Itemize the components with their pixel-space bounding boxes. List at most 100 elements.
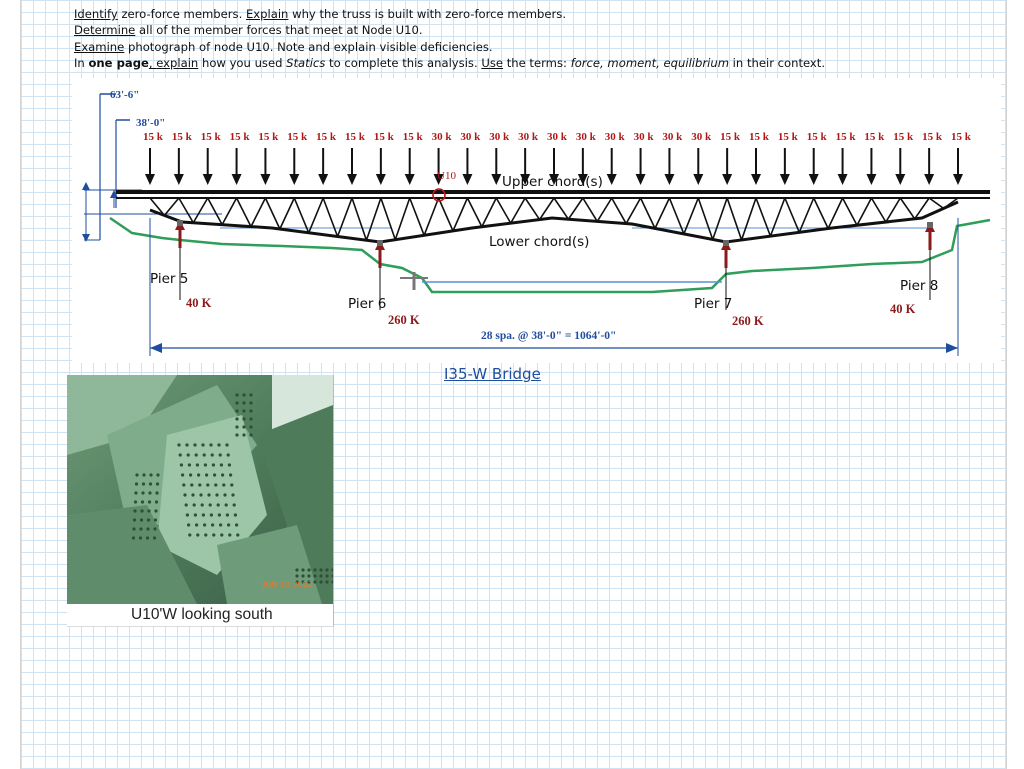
rivet — [225, 443, 229, 447]
rivet — [235, 523, 239, 527]
rivet — [197, 473, 201, 477]
load-arrow-head — [635, 174, 646, 185]
rivet — [236, 533, 240, 537]
load-arrow-head — [924, 174, 935, 185]
instruction-verb: Examine — [74, 39, 125, 54]
rivet — [190, 483, 194, 487]
load-label: 15 k — [403, 131, 424, 143]
instruction-line-2: Determine all of the member forces that … — [74, 22, 825, 38]
instruction-text: how you used — [198, 55, 287, 70]
truss-diagonal — [567, 197, 584, 220]
pier-bearing — [177, 220, 183, 226]
truss-diagonal — [582, 197, 598, 222]
truss-diagonal — [221, 197, 238, 226]
truss-diagonal — [812, 197, 829, 229]
rivet — [215, 493, 219, 497]
ground-line — [109, 216, 991, 294]
rivet — [235, 401, 239, 405]
load-label: 30 k — [518, 131, 539, 143]
pier-reaction: 260 K — [388, 313, 420, 327]
load-arrow-head — [895, 174, 906, 185]
rivet — [295, 568, 299, 572]
rivet — [231, 493, 235, 497]
rivet — [210, 453, 214, 457]
truss-diagonal — [423, 197, 440, 236]
truss-diagonal — [250, 197, 267, 227]
rivet — [192, 503, 196, 507]
rivet — [242, 409, 246, 413]
rivet — [224, 503, 228, 507]
load-label: 15 k — [778, 131, 799, 143]
rivet — [178, 453, 182, 457]
rivet — [242, 401, 246, 405]
rivet — [181, 473, 185, 477]
rivet — [202, 453, 206, 457]
i35w-bridge-link[interactable]: I35-W Bridge — [444, 365, 541, 383]
span-arrow-right — [946, 343, 958, 353]
load-label: 15 k — [864, 131, 885, 143]
load-arrow-head — [347, 174, 357, 185]
rivet — [200, 503, 204, 507]
pier-reaction: 40 K — [186, 296, 212, 310]
truss-diagonal — [726, 197, 743, 241]
instruction-bold: one page — [88, 55, 149, 70]
instruction-italic: Statics — [286, 55, 326, 70]
load-arrow-head — [260, 174, 271, 185]
rivet — [219, 523, 223, 527]
truss-diagonal — [856, 197, 873, 226]
upper-chord-label: Upper chord(s) — [502, 174, 603, 190]
load-arrow-head — [404, 174, 415, 185]
truss-diagonal — [437, 197, 454, 232]
rivet — [220, 533, 224, 537]
load-arrow-head — [722, 174, 733, 185]
load-label: 15 k — [720, 131, 741, 143]
rivet — [325, 580, 329, 584]
instruction-text: In — [74, 55, 89, 70]
height-arrow-head — [82, 234, 90, 242]
load-arrow-head — [751, 174, 761, 185]
rivet — [134, 491, 138, 495]
rivet — [155, 491, 159, 495]
truss-diagonal — [885, 197, 901, 223]
load-arrow-head — [375, 174, 386, 185]
rivet — [222, 483, 226, 487]
instruction-line-3: Examine photograph of node U10. Note and… — [74, 39, 825, 55]
rivet — [242, 433, 246, 437]
rivet — [146, 518, 151, 522]
load-arrow-head — [289, 174, 300, 185]
load-arrow-head — [173, 174, 184, 185]
rivet — [194, 453, 198, 457]
rivet — [227, 463, 231, 467]
rivet — [211, 463, 215, 467]
truss-diagonal — [683, 197, 700, 235]
truss-diagonal — [841, 197, 858, 226]
truss-diagonal — [553, 197, 570, 220]
pier-name: Pier 8 — [900, 278, 938, 294]
rivet — [152, 536, 157, 540]
pier-reaction: 260 K — [732, 314, 764, 328]
rivet — [319, 574, 323, 578]
rivet — [133, 500, 138, 504]
rivet — [249, 409, 253, 413]
truss-diagonal — [466, 197, 483, 228]
instruction-verb: Use — [481, 55, 504, 70]
rivet — [249, 393, 253, 397]
instruction-verb: Determine — [74, 23, 136, 38]
load-arrow-head — [664, 174, 675, 185]
rivet — [249, 425, 253, 429]
photo-date-stamp: JUN 10 2003 — [262, 580, 313, 589]
instruction-text: all of the member forces that meet at No… — [135, 23, 423, 38]
truss-diagonal — [827, 197, 844, 229]
instruction-line-4: In one page, explain how you used Static… — [74, 55, 825, 71]
rivet — [135, 473, 139, 477]
rivet — [249, 417, 253, 421]
rivet — [132, 527, 136, 531]
rivet — [249, 433, 253, 437]
rivet — [204, 533, 208, 537]
truss-diagonal — [769, 197, 786, 237]
rivet — [216, 503, 220, 507]
rivet — [223, 493, 227, 497]
load-arrow-head — [953, 174, 963, 185]
rivet — [147, 509, 151, 513]
rivet — [154, 509, 158, 513]
